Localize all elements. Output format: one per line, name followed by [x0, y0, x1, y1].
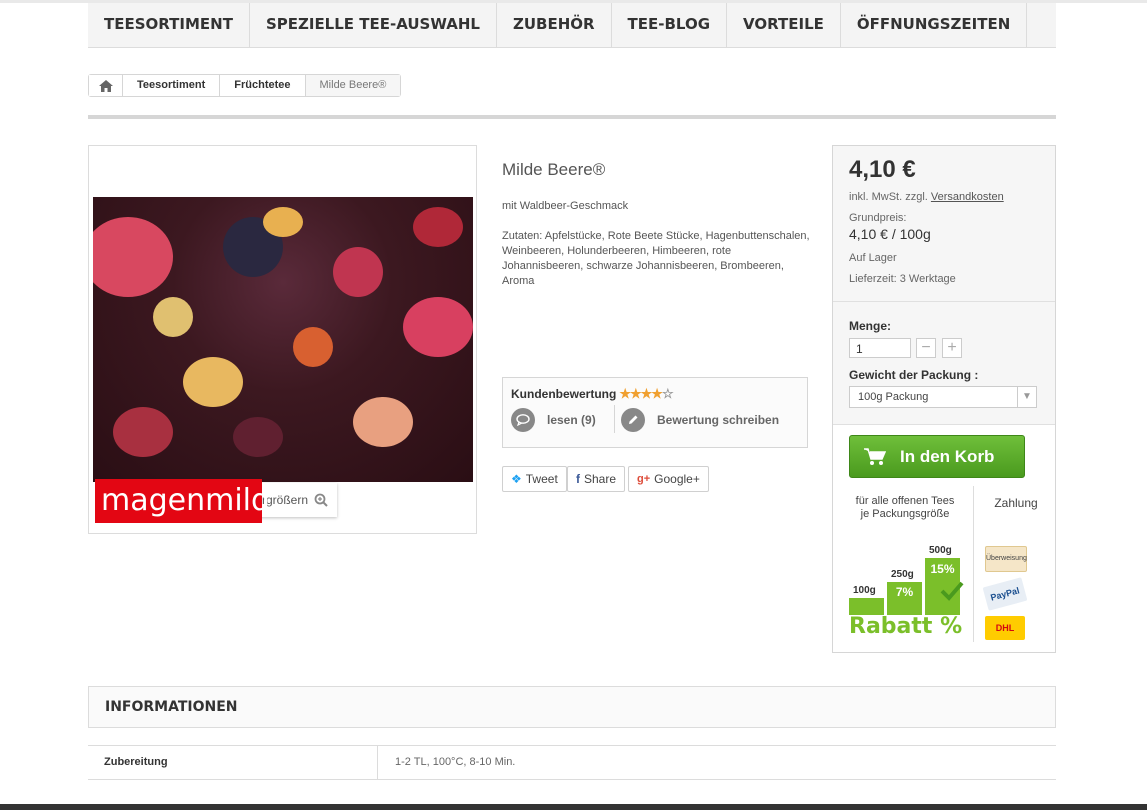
weight-selected: 100g Packung	[858, 391, 929, 403]
buy-box: 4,10 € inkl. MwSt. zzgl. Versandkosten G…	[832, 145, 1056, 653]
nav-item-tee-blog[interactable]: TEE-BLOG	[612, 3, 728, 47]
cart-icon	[864, 447, 886, 465]
write-review-label: Bewertung schreiben	[657, 413, 780, 427]
twitter-icon: ❖	[511, 472, 522, 486]
weight-label: Gewicht der Packung :	[849, 368, 979, 382]
breadcrumb-item-teesortiment[interactable]: Teesortiment	[123, 75, 221, 96]
product-image-box: Vergrößern magenmild	[88, 145, 477, 534]
breadcrumb: Teesortiment Früchtetee Milde Beere®	[88, 74, 402, 97]
bottom-bar	[0, 804, 1147, 810]
nav-item-teesortiment[interactable]: TEESORTIMENT	[88, 3, 250, 47]
breadcrumb-item-current: Milde Beere®	[305, 75, 401, 96]
quantity-minus-button[interactable]: −	[916, 338, 936, 358]
shipping-link[interactable]: Versandkosten	[931, 191, 1004, 203]
main-nav: TEESORTIMENT SPEZIELLE TEE-AUSWAHL ZUBEH…	[88, 3, 1056, 48]
quantity-plus-button[interactable]: +	[942, 338, 962, 358]
tier-label-250g: 250g	[891, 569, 914, 580]
facebook-share-button[interactable]: f Share	[567, 466, 626, 492]
info-heading: INFORMATIONEN	[105, 699, 238, 715]
product-subtitle: mit Waldbeer-Geschmack	[502, 200, 629, 212]
info-row-value: 1-2 TL, 100°C, 8-10 Min.	[395, 756, 516, 768]
price: 4,10 €	[849, 156, 916, 183]
payment-paypal-icon: PayPal	[982, 577, 1028, 611]
quantity-input[interactable]: 1	[849, 338, 911, 358]
product-photo[interactable]	[93, 197, 473, 482]
product-ingredients: Zutaten: Apfelstücke, Rote Beete Stücke,…	[502, 230, 810, 287]
speech-bubble-icon	[511, 408, 535, 432]
info-row-key: Zubereitung	[104, 756, 168, 768]
promo-divider	[973, 486, 974, 642]
info-row: Zubereitung 1-2 TL, 100°C, 8-10 Min.	[88, 745, 1056, 780]
info-row-divider	[377, 746, 378, 779]
payment-dhl-icon: DHL	[985, 616, 1025, 640]
google-plus-label: Google+	[654, 472, 700, 486]
tax-text: inkl. MwSt. zzgl.	[849, 191, 928, 203]
product-title: Milde Beere®	[502, 160, 606, 179]
write-review-button[interactable]: Bewertung schreiben	[621, 407, 779, 433]
review-divider	[614, 405, 615, 433]
tax-info: inkl. MwSt. zzgl. Versandkosten	[849, 191, 1004, 203]
google-plus-button[interactable]: g+ Google+	[628, 466, 709, 492]
quantity-label: Menge:	[849, 319, 891, 333]
options-area: Menge: 1 − + Gewicht der Packung : 100g …	[833, 302, 1055, 425]
magnifier-icon	[314, 493, 328, 507]
stock-status: Auf Lager	[849, 252, 897, 264]
tweet-button[interactable]: ❖ Tweet	[502, 466, 567, 492]
nav-item-vorteile[interactable]: VORTEILE	[727, 3, 841, 47]
payment-heading: Zahlung	[994, 496, 1038, 510]
promo-heading: für alle offenen Tees je Packungsgröße	[855, 495, 955, 520]
checkmark-icon	[940, 581, 964, 601]
info-section-header: INFORMATIONEN	[88, 686, 1056, 728]
delivery-time: Lieferzeit: 3 Werktage	[849, 273, 956, 285]
tier-label-100g: 100g	[853, 585, 876, 596]
tier-bar-250g: 7%	[887, 582, 922, 615]
review-title: Kundenbewertung	[511, 387, 617, 401]
base-price: 4,10 € / 100g	[849, 226, 931, 242]
nav-item-spezielle-tee-auswahl[interactable]: SPEZIELLE TEE-AUSWAHL	[250, 3, 497, 47]
tier-bar-100g	[849, 598, 884, 615]
google-plus-icon: g+	[637, 473, 651, 485]
review-box: Kundenbewertung ★★★★☆ lesen (9) Bewertung…	[502, 377, 808, 448]
review-heading: Kundenbewertung ★★★★☆	[511, 386, 674, 402]
home-icon[interactable]	[89, 75, 123, 96]
facebook-icon: f	[576, 472, 580, 486]
share-label: Share	[584, 472, 617, 486]
weight-select[interactable]: 100g Packung ▼	[849, 386, 1037, 408]
breadcrumb-item-fruechtetee[interactable]: Früchtetee	[220, 75, 306, 96]
pencil-icon	[621, 408, 645, 432]
add-to-cart-button[interactable]: In den Korb	[849, 435, 1025, 478]
tier-label-500g: 500g	[929, 545, 952, 556]
rabatt-text: Rabatt %	[849, 614, 963, 639]
star-rating-icon: ★★★★☆	[619, 386, 673, 401]
brand-logo: magenmild	[95, 479, 270, 523]
tweet-label: Tweet	[525, 472, 558, 486]
price-area: 4,10 € inkl. MwSt. zzgl. Versandkosten G…	[833, 146, 1055, 302]
read-reviews-label: lesen (9)	[547, 413, 596, 427]
promo-banner: für alle offenen Tees je Packungsgröße Z…	[833, 486, 1055, 652]
read-reviews-button[interactable]: lesen (9)	[511, 407, 596, 433]
add-to-cart-label: In den Korb	[900, 446, 995, 466]
chevron-down-icon: ▼	[1017, 387, 1036, 407]
nav-item-zubehoer[interactable]: ZUBEHÖR	[497, 3, 612, 47]
payment-transfer-icon: Überweisung	[985, 546, 1027, 572]
nav-item-oeffnungszeiten[interactable]: ÖFFNUNGSZEITEN	[841, 3, 1028, 47]
divider	[88, 115, 1056, 119]
base-price-label: Grundpreis:	[849, 212, 907, 224]
